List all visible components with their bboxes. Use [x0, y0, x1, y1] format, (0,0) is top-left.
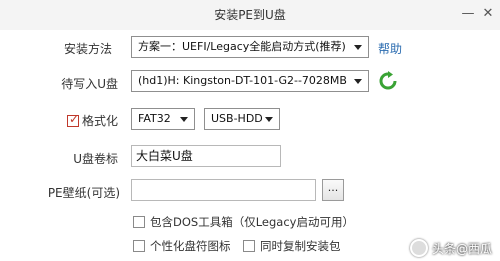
target-drive-label: 待写入U盘: [61, 77, 118, 91]
filesystem-select[interactable]: FAT32: [131, 108, 195, 130]
option-dos-toolbox-checkbox[interactable]: [133, 216, 145, 228]
check-icon: ✓: [69, 112, 80, 126]
install-method-select[interactable]: 方案一：UEFI/Legacy全能启动方式(推荐): [131, 36, 369, 58]
option-drive-icon-label: 个性化盘符图标: [150, 239, 231, 253]
option-dos-toolbox-label: 包含DOS工具箱（仅Legacy启动可用）: [150, 215, 354, 229]
minimize-icon[interactable]: —: [460, 6, 476, 22]
install-method-label: 安装方法: [63, 42, 112, 56]
title-bar: 安装PE到U盘 — ✕: [0, 0, 500, 30]
window-title: 安装PE到U盘: [214, 8, 286, 22]
boot-mode-select[interactable]: USB-HDD: [204, 108, 280, 130]
option-copy-package-checkbox[interactable]: [243, 240, 255, 252]
chevron-down-icon: [180, 117, 188, 122]
watermark-text: 头条@西瓜: [431, 241, 492, 256]
format-label: 格式化: [82, 114, 119, 128]
chevron-down-icon: [265, 117, 273, 122]
volume-label-input[interactable]: 大白菜U盘: [131, 145, 281, 167]
volume-label-label: U盘卷标: [73, 152, 118, 166]
filesystem-value: FAT32: [138, 112, 171, 125]
wallpaper-input[interactable]: [131, 179, 316, 201]
browse-button[interactable]: ...: [322, 179, 344, 201]
target-drive-value: (hd1)H: Kingston-DT-101-G2--7028MB: [138, 74, 347, 87]
close-icon[interactable]: ✕: [480, 6, 496, 22]
chevron-down-icon: [354, 45, 362, 50]
watermark-logo-icon: [409, 239, 428, 257]
wallpaper-label: PE壁纸(可选): [47, 186, 120, 200]
refresh-icon[interactable]: [378, 71, 398, 91]
option-copy-package-label: 同时复制安装包: [260, 239, 341, 253]
help-link[interactable]: 帮助: [378, 40, 402, 57]
format-checkbox[interactable]: ✓: [67, 112, 80, 127]
boot-mode-value: USB-HDD: [211, 112, 263, 125]
target-drive-select[interactable]: (hd1)H: Kingston-DT-101-G2--7028MB: [131, 70, 369, 92]
install-method-value: 方案一：UEFI/Legacy全能启动方式(推荐): [138, 40, 346, 53]
option-drive-icon-checkbox[interactable]: [133, 240, 145, 252]
chevron-down-icon: [354, 79, 362, 84]
watermark: 头条@西瓜: [409, 239, 492, 257]
